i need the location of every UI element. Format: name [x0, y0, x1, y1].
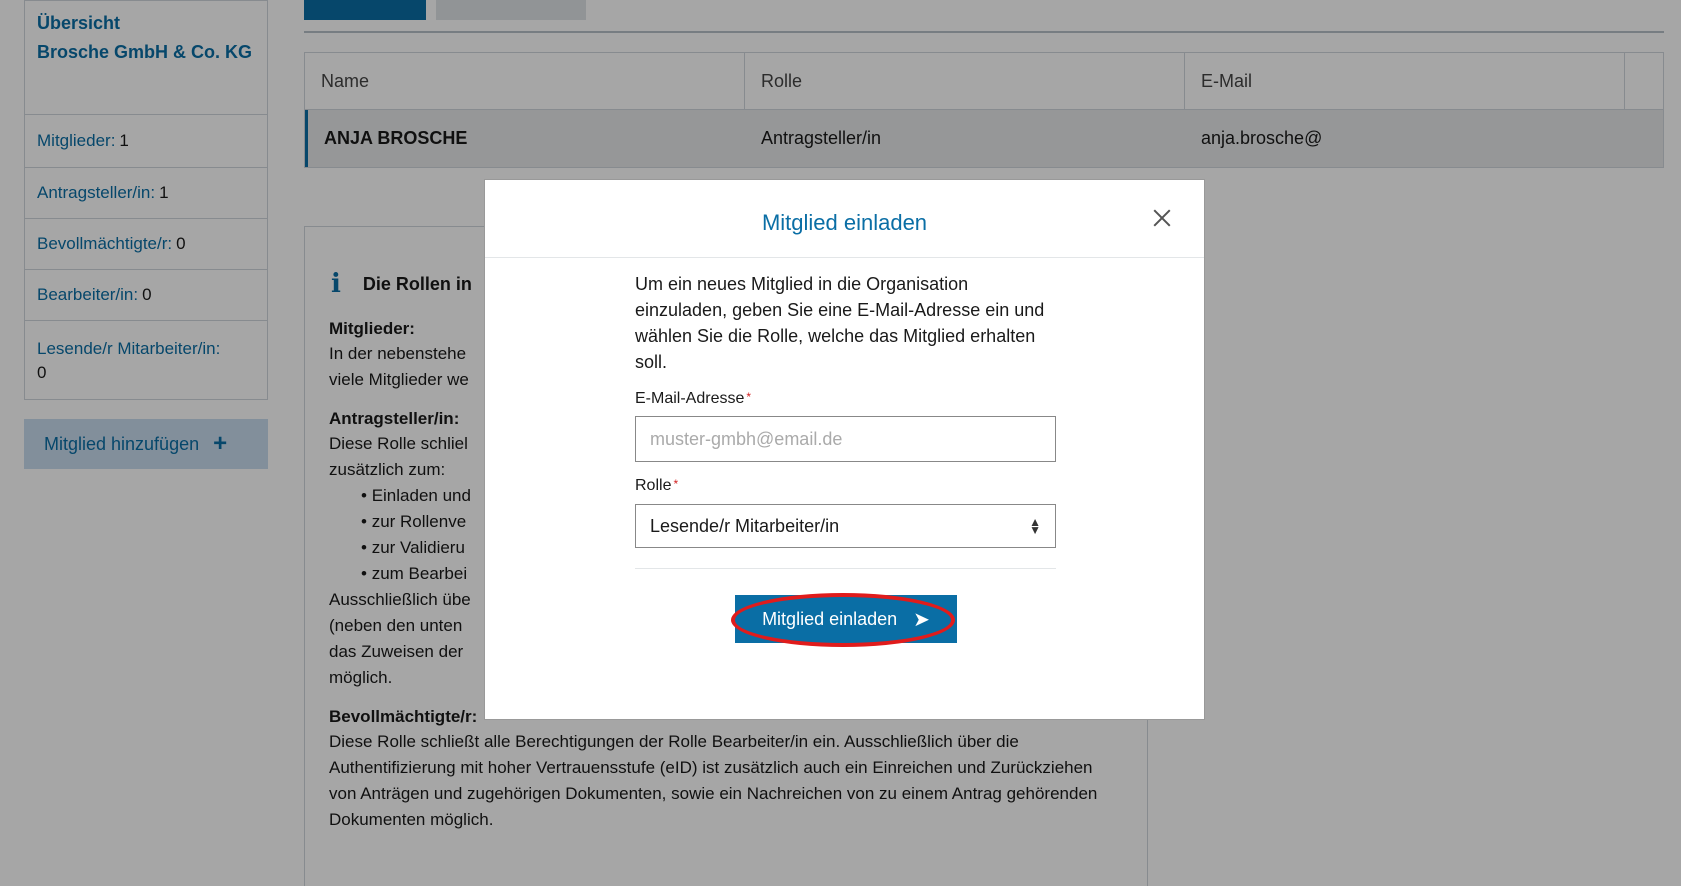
required-marker: *: [746, 390, 752, 404]
invite-member-dialog: Mitglied einladen Um ein neues Mitglied …: [484, 179, 1205, 720]
role-label-text: Rolle: [635, 477, 672, 494]
email-field[interactable]: [635, 416, 1056, 462]
page: Übersicht Brosche GmbH & Co. KG Mitglied…: [0, 0, 1681, 886]
email-label-text: E-Mail-Adresse: [635, 390, 745, 407]
dialog-intro-text: Um ein neues Mitglied in die Organisatio…: [635, 274, 1045, 372]
email-label: E-Mail-Adresse *: [635, 390, 1056, 408]
send-icon: ➤: [913, 608, 930, 631]
invite-button-label: Mitglied einladen: [762, 608, 898, 629]
role-selected-value: Lesende/r Mitarbeiter/in: [650, 515, 840, 536]
dialog-body: Um ein neues Mitglied in die Organisatio…: [635, 271, 1056, 569]
invite-member-button[interactable]: Mitglied einladen ➤: [735, 595, 957, 643]
dialog-header: Mitglied einladen: [485, 180, 1204, 258]
dialog-divider: [635, 568, 1056, 569]
role-label: Rolle *: [635, 477, 1056, 495]
role-select[interactable]: Lesende/r Mitarbeiter/in ▲ ▼: [635, 504, 1056, 548]
close-icon[interactable]: [1152, 208, 1172, 228]
required-marker: *: [673, 477, 679, 491]
dialog-title: Mitglied einladen: [761, 209, 928, 235]
select-arrows-icon: ▲ ▼: [1029, 515, 1041, 537]
